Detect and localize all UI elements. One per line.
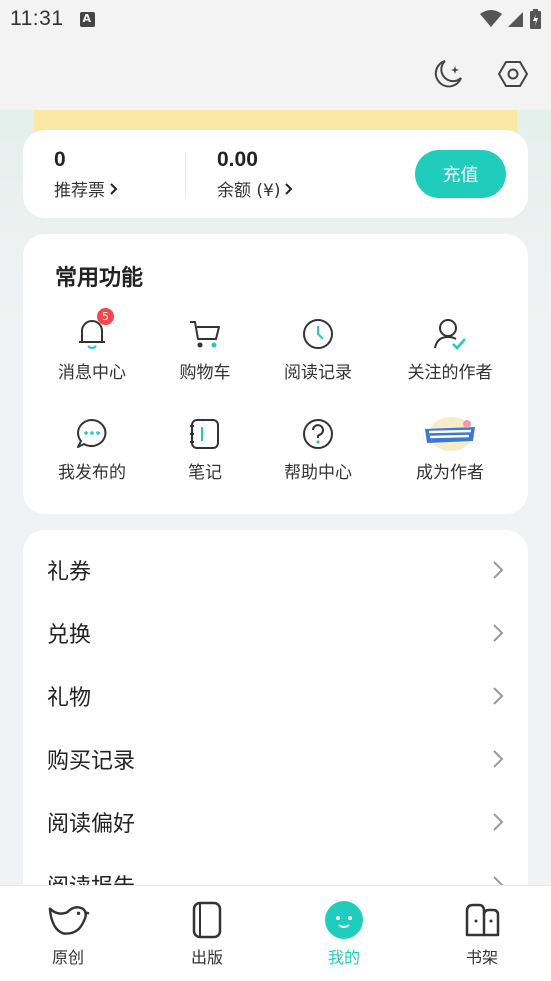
- func-notes[interactable]: 笔记: [142, 414, 268, 483]
- menu-item-redeem[interactable]: 兑换: [23, 601, 528, 664]
- bottom-nav: 原创 出版 我的 书架: [0, 885, 551, 981]
- notebook-icon: [190, 419, 219, 449]
- chevron-right-icon: [493, 686, 504, 705]
- help-icon: [303, 419, 333, 449]
- menu-item-reading-report[interactable]: 阅读报告: [23, 853, 528, 885]
- func-message-center[interactable]: 5 消息中心: [29, 308, 155, 383]
- clock-icon: [303, 319, 333, 349]
- func-label: 关注的作者: [407, 363, 493, 383]
- chevron-right-icon: [493, 623, 504, 642]
- votes-label: 推荐票: [54, 181, 105, 201]
- wifi-icon: [480, 10, 502, 27]
- nav-label: 书架: [465, 948, 498, 967]
- chevron-right-icon: [285, 182, 293, 195]
- func-label: 笔记: [188, 463, 222, 483]
- chevron-right-icon: [493, 812, 504, 831]
- message-badge: 5: [97, 308, 114, 325]
- nav-label: 原创: [51, 948, 84, 967]
- func-label: 成为作者: [416, 463, 484, 483]
- func-followed-authors[interactable]: 关注的作者: [387, 314, 513, 383]
- divider: [185, 152, 186, 198]
- cart-icon: [190, 321, 220, 348]
- func-cart[interactable]: 购物车: [142, 314, 268, 383]
- status-time: 11:31: [10, 7, 64, 30]
- menu-item-coupons[interactable]: 礼券: [23, 538, 528, 601]
- profile-content[interactable]: 0 推荐票 0.00 余额 (¥) 充值 常用功能 5 消息中心 购物车 阅读记…: [0, 110, 551, 885]
- author-badge-icon: [425, 417, 475, 451]
- recharge-button[interactable]: 充值: [415, 150, 506, 198]
- smile-face-icon: [325, 901, 363, 939]
- functions-title: 常用功能: [55, 266, 144, 291]
- promo-banner[interactable]: [34, 110, 517, 132]
- nav-bookshelf[interactable]: 书架: [432, 898, 532, 968]
- balance-value: 0.00: [217, 148, 258, 171]
- balance-label: 余额 (¥): [217, 181, 281, 201]
- bookshelf-icon: [465, 903, 500, 937]
- chevron-right-icon: [493, 749, 504, 768]
- func-become-author[interactable]: 成为作者: [387, 414, 513, 483]
- signal-icon: [508, 12, 523, 27]
- chevron-right-icon: [493, 875, 504, 885]
- func-label: 阅读记录: [284, 363, 352, 383]
- notification-a-icon: [79, 11, 95, 27]
- status-bar: 11:31: [0, 0, 551, 38]
- chat-bubble-icon: [77, 419, 107, 448]
- nav-original[interactable]: 原创: [18, 898, 118, 968]
- func-label: 消息中心: [58, 363, 126, 383]
- balance-amount[interactable]: 0.00 余额 (¥): [217, 148, 294, 201]
- votes-value: 0: [54, 148, 66, 171]
- chevron-right-icon: [110, 182, 118, 195]
- recommend-votes[interactable]: 0 推荐票: [54, 148, 119, 201]
- common-functions-card: 常用功能 5 消息中心 购物车 阅读记录 关注的作者 我发布的 笔记 帮助中心 …: [23, 234, 528, 514]
- battery-icon: [530, 9, 541, 29]
- book-icon: [192, 901, 222, 939]
- nav-label: 我的: [327, 948, 360, 967]
- func-help-center[interactable]: 帮助中心: [255, 414, 381, 483]
- func-my-posts[interactable]: 我发布的: [29, 414, 155, 483]
- func-label: 帮助中心: [284, 463, 352, 483]
- menu-item-label: 兑换: [47, 622, 92, 648]
- menu-item-reading-preferences[interactable]: 阅读偏好: [23, 790, 528, 853]
- menu-item-label: 阅读报告: [47, 869, 135, 886]
- menu-item-label: 购买记录: [47, 748, 136, 774]
- menu-item-label: 礼物: [47, 685, 92, 711]
- nav-mine[interactable]: 我的: [294, 898, 394, 968]
- nav-label: 出版: [190, 948, 223, 967]
- balance-card: 0 推荐票 0.00 余额 (¥) 充值: [23, 130, 528, 218]
- settings-button[interactable]: [495, 56, 531, 92]
- func-reading-history[interactable]: 阅读记录: [255, 314, 381, 383]
- moon-stars-icon: [434, 60, 462, 88]
- func-label: 我发布的: [58, 463, 126, 483]
- top-header: [0, 38, 551, 110]
- func-label: 购物车: [179, 363, 231, 383]
- night-mode-button[interactable]: [430, 56, 466, 92]
- menu-item-label: 礼券: [47, 559, 92, 585]
- bird-icon: [48, 906, 90, 935]
- status-icons: [480, 9, 541, 29]
- nav-publishing[interactable]: 出版: [157, 898, 257, 968]
- menu-item-label: 阅读偏好: [47, 811, 136, 837]
- menu-list-card: 礼券 兑换 礼物 购买记录 阅读偏好 阅读报告: [23, 530, 528, 885]
- settings-hex-icon: [498, 61, 528, 87]
- chevron-right-icon: [493, 560, 504, 579]
- menu-item-gifts[interactable]: 礼物: [23, 664, 528, 727]
- menu-item-purchase-history[interactable]: 购买记录: [23, 727, 528, 790]
- user-check-icon: [434, 319, 466, 350]
